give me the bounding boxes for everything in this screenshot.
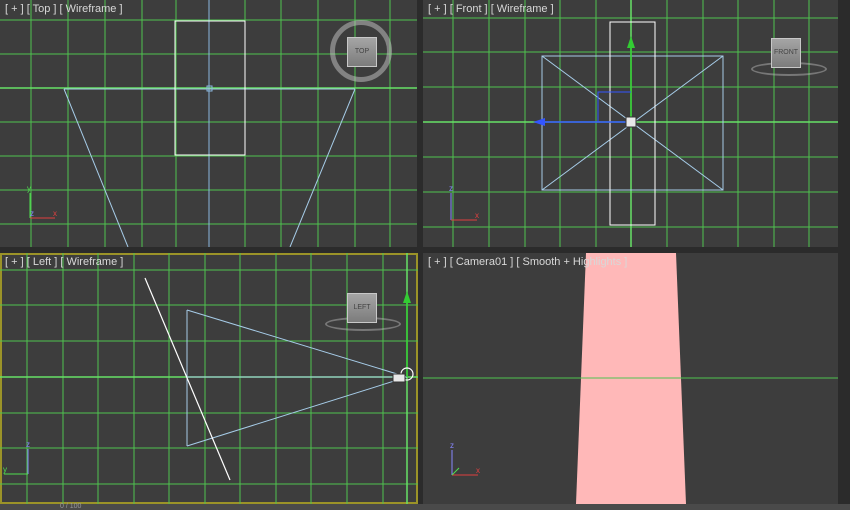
viewport-top-mode-menu[interactable]: [ Wireframe ] [60,3,123,15]
axis-label-x: x [476,466,480,475]
viewport-front-label[interactable]: [ + ] [ Front ] [ Wireframe ] [428,3,554,15]
axis-label-z: z [30,209,34,218]
axis-label-y: y [3,465,7,474]
viewport-left-name-menu[interactable]: [ Left ] [27,256,58,268]
viewcube-face-top[interactable]: TOP [347,37,377,67]
viewport-top-plus-menu[interactable]: [ + ] [5,3,24,15]
axis-label-x: x [475,211,479,220]
viewport-camera-canvas[interactable]: z x [423,253,838,504]
axis-label-z: z [450,441,454,450]
axis-label-x: x [53,209,57,218]
viewport-top-label[interactable]: [ + ] [ Top ] [ Wireframe ] [5,3,123,15]
viewport-front-name-menu[interactable]: [ Front ] [450,3,488,15]
viewport-front-mode-menu[interactable]: [ Wireframe ] [491,3,554,15]
viewport-front[interactable]: [ + ] [ Front ] [ Wireframe ] z x FRONT [423,0,838,247]
viewcube-face-left[interactable]: LEFT [347,293,377,323]
viewport-top-name-menu[interactable]: [ Top ] [27,3,57,15]
frame-counter: 0 / 100 [60,503,82,510]
viewport-left-canvas[interactable]: z y [0,253,418,504]
axis-gizmo-camera: z x [450,441,480,476]
viewport-camera-mode-menu[interactable]: [ Smooth + Highlights ] [516,256,627,268]
viewport-left-grid [0,253,418,504]
viewport-left-mode-menu[interactable]: [ Wireframe ] [60,256,123,268]
viewport-camera-name-menu[interactable]: [ Camera01 ] [450,256,514,268]
box-object-left [144,277,231,481]
time-slider-bar[interactable] [0,504,850,510]
viewcube-face-front[interactable]: FRONT [771,38,801,68]
axis-label-z: z [449,184,453,193]
viewport-left-label[interactable]: [ + ] [ Left ] [ Wireframe ] [5,256,123,268]
viewport-top[interactable]: [ + ] [ Top ] [ Wireframe ] y z x TOP [0,0,417,247]
transform-gizmo-front [533,36,637,128]
viewport-camera-label[interactable]: [ + ] [ Camera01 ] [ Smooth + Highlights… [428,256,627,268]
viewport-camera[interactable]: [ + ] [ Camera01 ] [ Smooth + Highlights… [423,253,838,504]
viewport-left[interactable]: [ + ] [ Left ] [ Wireframe ] z y LEFT [0,253,418,504]
axis-label-y: y [27,184,31,193]
axis-gizmo-left: z y [3,440,30,475]
viewport-front-plus-menu[interactable]: [ + ] [428,3,447,15]
axis-label-z: z [26,440,30,449]
viewport-left-plus-menu[interactable]: [ + ] [5,256,24,268]
viewport-camera-plus-menu[interactable]: [ + ] [428,256,447,268]
